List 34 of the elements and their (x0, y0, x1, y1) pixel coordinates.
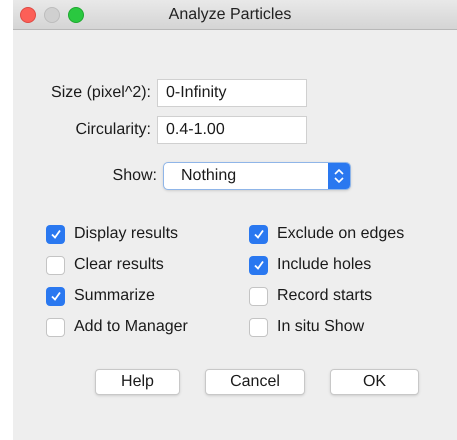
window-title: Analyze Particles (168, 4, 292, 24)
checkbox[interactable] (46, 256, 65, 274)
checkbox[interactable] (46, 286, 65, 306)
checkbox[interactable] (46, 318, 65, 336)
checkmark-icon (50, 290, 62, 302)
dialog-button[interactable]: OK (330, 369, 419, 395)
checkbox[interactable] (249, 286, 268, 306)
checkbox-label: Display results (74, 224, 178, 244)
field-label: Circularity: (74, 120, 152, 140)
checkbox-label: Summarize (74, 286, 155, 306)
checkbox-label: In situ Show (277, 317, 364, 337)
checkmark-icon (50, 228, 62, 240)
checkbox-label: Include holes (277, 255, 372, 275)
zoom-icon[interactable] (68, 7, 84, 23)
show-dropdown[interactable]: Nothing (163, 162, 351, 190)
checkmark-icon (252, 228, 264, 240)
checkbox-label: Exclude on edges (277, 224, 404, 244)
close-icon[interactable] (20, 7, 36, 23)
input-field[interactable]: 0-Infinity (157, 79, 307, 107)
checkbox-label: Add to Manager (74, 317, 188, 337)
field-label: Size (pixel^2): (50, 83, 152, 103)
minimize-icon[interactable] (44, 7, 60, 23)
checkbox[interactable] (249, 224, 268, 244)
checkbox[interactable] (249, 318, 268, 336)
show-label: Show: (112, 166, 158, 186)
checkmark-icon (252, 259, 264, 271)
checkbox-label: Record starts (277, 286, 372, 306)
checkbox-label: Clear results (74, 255, 164, 275)
checkbox[interactable] (249, 256, 268, 274)
checkbox[interactable] (46, 224, 65, 244)
input-field[interactable]: 0.4-1.00 (157, 116, 307, 144)
dialog-button[interactable]: Help (95, 369, 180, 395)
stepper-arrows-icon (328, 163, 350, 189)
dialog-button[interactable]: Cancel (205, 369, 305, 395)
